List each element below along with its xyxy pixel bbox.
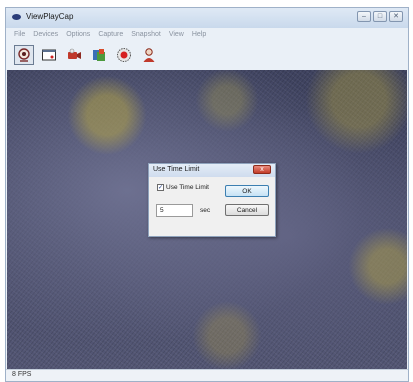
menu-options[interactable]: Options <box>66 31 90 38</box>
minimize-button[interactable]: – <box>357 11 371 22</box>
use-time-limit-label: Use Time Limit <box>166 184 209 191</box>
use-time-limit-option[interactable]: ✓ Use Time Limit <box>157 184 209 191</box>
color-adjust-button[interactable] <box>89 45 109 65</box>
fps-status: 8 FPS <box>12 371 32 378</box>
video-capture-icon <box>68 48 81 59</box>
close-icon: ✕ <box>393 13 399 20</box>
record-button[interactable] <box>114 45 134 65</box>
dialog-close-button[interactable]: x <box>253 165 271 174</box>
menu-devices[interactable]: Devices <box>33 31 58 38</box>
cancel-button[interactable]: Cancel <box>225 204 269 216</box>
maximize-icon: □ <box>377 13 383 20</box>
user-snapshot-button[interactable] <box>139 45 159 65</box>
close-button[interactable]: ✕ <box>389 11 403 22</box>
menu-snapshot[interactable]: Snapshot <box>131 31 161 38</box>
menu-view[interactable]: View <box>169 31 184 38</box>
status-bar: 8 FPS <box>6 369 408 381</box>
menu-file[interactable]: File <box>14 31 25 38</box>
window-controls: – □ ✕ <box>357 11 403 22</box>
video-window-icon <box>42 49 56 60</box>
webcam-icon <box>18 47 30 62</box>
window-title: ViewPlayCap <box>26 12 74 21</box>
dialog-body: ✓ Use Time Limit OK 5 sec Cancel <box>149 177 275 236</box>
use-time-limit-dialog: Use Time Limit x ✓ Use Time Limit OK 5 s… <box>148 163 276 237</box>
seconds-unit-label: sec <box>200 207 211 214</box>
toolbar <box>6 41 408 68</box>
menu-capture[interactable]: Capture <box>98 31 123 38</box>
menu-help[interactable]: Help <box>192 31 206 38</box>
video-window-button[interactable] <box>39 45 59 65</box>
user-snapshot-icon <box>143 47 155 62</box>
record-icon <box>117 47 131 62</box>
menu-bar: File Devices Options Capture Snapshot Vi… <box>6 28 408 40</box>
close-icon: x <box>260 166 264 173</box>
eye-icon <box>12 14 21 20</box>
video-capture-button[interactable] <box>64 45 84 65</box>
color-adjust-icon <box>93 48 105 61</box>
minimize-icon: – <box>362 13 366 20</box>
dialog-title: Use Time Limit <box>153 166 200 173</box>
ok-button[interactable]: OK <box>225 185 269 197</box>
dialog-title-bar[interactable]: Use Time Limit x <box>149 164 275 177</box>
maximize-button[interactable]: □ <box>373 11 387 22</box>
use-time-limit-checkbox[interactable]: ✓ <box>157 184 164 191</box>
title-bar[interactable]: ViewPlayCap – □ ✕ <box>6 8 408 28</box>
check-icon: ✓ <box>157 184 164 191</box>
webcam-button[interactable] <box>14 44 34 65</box>
time-limit-input[interactable]: 5 <box>156 204 193 217</box>
